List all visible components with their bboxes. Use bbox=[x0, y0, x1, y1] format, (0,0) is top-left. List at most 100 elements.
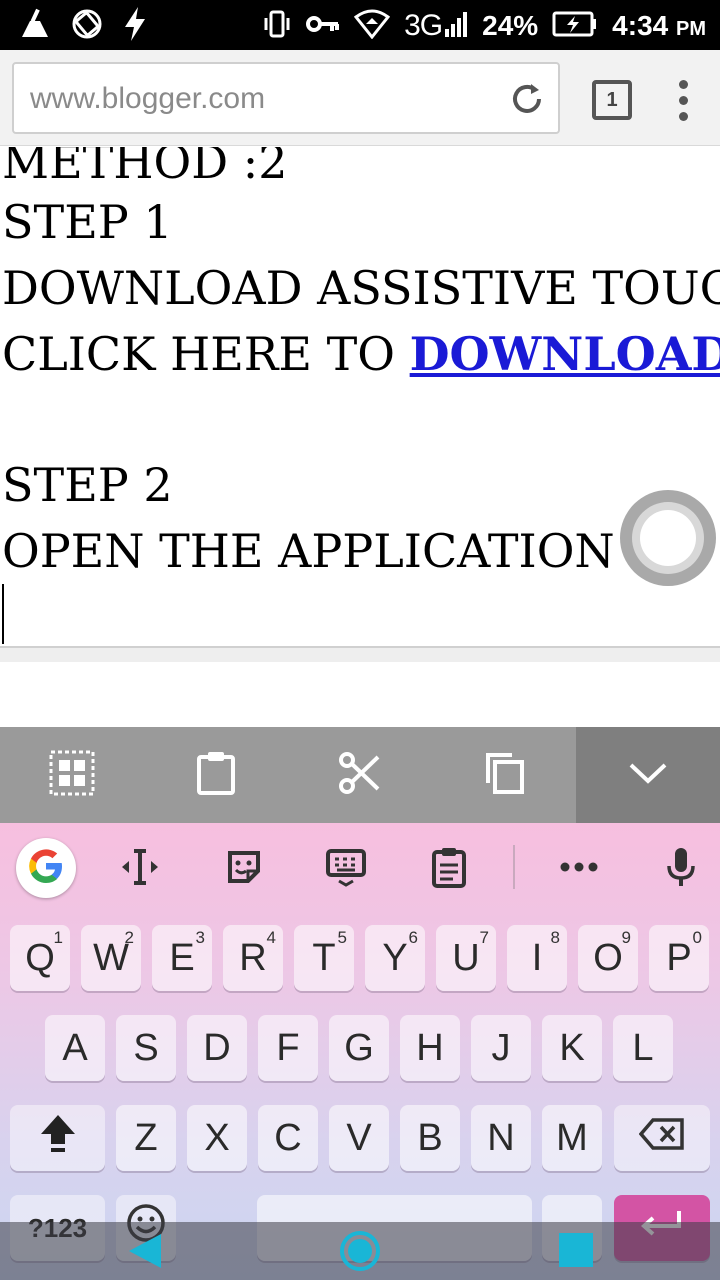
step1-heading: STEP 1 bbox=[2, 195, 173, 249]
key-y[interactable]: Y6 bbox=[365, 925, 425, 991]
backspace-key[interactable] bbox=[614, 1105, 710, 1171]
key-x[interactable]: X bbox=[187, 1105, 247, 1171]
url-bar[interactable]: www.blogger.com bbox=[12, 62, 560, 134]
key-l[interactable]: L bbox=[613, 1015, 673, 1081]
key-hint-label: 0 bbox=[692, 928, 702, 947]
clipboard-toolbar bbox=[0, 727, 720, 823]
battery-percent: 24% bbox=[482, 10, 539, 41]
key-label: U bbox=[452, 936, 480, 979]
chevron-down-icon bbox=[628, 761, 668, 789]
scissors-icon bbox=[338, 751, 382, 799]
google-search-button[interactable] bbox=[16, 838, 76, 898]
clock-ampm: PM bbox=[676, 18, 706, 40]
key-hint-label: 1 bbox=[53, 928, 63, 947]
step2-text: OPEN THE APPLICATION bbox=[2, 524, 615, 578]
key-j[interactable]: J bbox=[471, 1015, 531, 1081]
key-k[interactable]: K bbox=[542, 1015, 602, 1081]
step2-heading: STEP 2 bbox=[2, 458, 173, 512]
clock-time: 4:34 bbox=[612, 10, 669, 41]
key-label: T bbox=[312, 936, 336, 979]
select-all-button[interactable] bbox=[0, 727, 144, 823]
key-hint-label: 8 bbox=[550, 928, 560, 947]
google-g-icon bbox=[26, 846, 66, 890]
url-text[interactable]: www.blogger.com bbox=[30, 82, 265, 116]
vpn-key-icon bbox=[306, 12, 340, 40]
key-e[interactable]: E3 bbox=[152, 925, 212, 991]
key-label: I bbox=[531, 936, 543, 979]
key-hint-label: 3 bbox=[195, 928, 205, 947]
key-s[interactable]: S bbox=[116, 1015, 176, 1081]
recents-nav-icon[interactable] bbox=[558, 1232, 594, 1272]
network-type: 3G bbox=[404, 9, 443, 42]
key-z[interactable]: Z bbox=[116, 1105, 176, 1171]
text-cursor bbox=[2, 584, 4, 644]
click-here-text: CLICK HERE TO bbox=[2, 327, 410, 381]
overflow-menu-icon[interactable] bbox=[668, 76, 700, 126]
home-nav-icon[interactable] bbox=[339, 1230, 381, 1276]
assistive-touch-button[interactable] bbox=[620, 490, 716, 586]
cursor-control-icon[interactable] bbox=[116, 843, 164, 891]
key-q[interactable]: Q1 bbox=[10, 925, 70, 991]
keyboard: Q1W2E3R4T5Y6U7I8O9P0 ASDFGHJKL ZXCVBNM ?… bbox=[0, 823, 720, 1280]
reload-icon[interactable] bbox=[506, 78, 548, 120]
key-n[interactable]: N bbox=[471, 1105, 531, 1171]
key-g[interactable]: G bbox=[329, 1015, 389, 1081]
cleaner-icon bbox=[18, 7, 52, 45]
key-label: Q bbox=[25, 936, 55, 979]
key-hint-label: 4 bbox=[266, 928, 276, 947]
hide-clipboard-button[interactable] bbox=[576, 727, 720, 823]
key-hint-label: 5 bbox=[337, 928, 347, 947]
copy-icon bbox=[482, 751, 526, 799]
key-i[interactable]: I8 bbox=[507, 925, 567, 991]
key-b[interactable]: B bbox=[400, 1105, 460, 1171]
paste-icon bbox=[196, 751, 236, 799]
toolbar-separator bbox=[513, 845, 515, 889]
navigation-bar bbox=[0, 1222, 720, 1280]
key-u[interactable]: U7 bbox=[436, 925, 496, 991]
assistive-touch-core bbox=[640, 510, 696, 566]
content-divider bbox=[0, 646, 720, 662]
key-r[interactable]: R4 bbox=[223, 925, 283, 991]
key-o[interactable]: O9 bbox=[578, 925, 638, 991]
key-p[interactable]: P0 bbox=[649, 925, 709, 991]
copy-button[interactable] bbox=[432, 727, 576, 823]
keyboard-settings-icon[interactable] bbox=[322, 843, 370, 891]
key-label: P bbox=[666, 936, 692, 979]
blog-editor[interactable]: METHOD :2 STEP 1 DOWNLOAD ASSISTIVE TOUC… bbox=[0, 147, 720, 647]
key-t[interactable]: T5 bbox=[294, 925, 354, 991]
keyboard-suggestion-strip bbox=[0, 823, 720, 911]
select-all-icon bbox=[49, 750, 95, 800]
key-h[interactable]: H bbox=[400, 1015, 460, 1081]
paste-button[interactable] bbox=[144, 727, 288, 823]
key-a[interactable]: A bbox=[45, 1015, 105, 1081]
download-link[interactable]: DOWNLOAD bbox=[410, 327, 720, 381]
microphone-icon[interactable] bbox=[657, 843, 705, 891]
key-d[interactable]: D bbox=[187, 1015, 247, 1081]
key-w[interactable]: W2 bbox=[81, 925, 141, 991]
cut-button[interactable] bbox=[288, 727, 432, 823]
more-options-icon[interactable] bbox=[555, 843, 603, 891]
back-nav-icon[interactable] bbox=[127, 1232, 163, 1274]
method-heading: METHOD :2 bbox=[2, 147, 288, 189]
signal-icon bbox=[444, 11, 468, 41]
sticker-icon[interactable] bbox=[220, 843, 268, 891]
key-c[interactable]: C bbox=[258, 1105, 318, 1171]
key-v[interactable]: V bbox=[329, 1105, 389, 1171]
vibrate-icon bbox=[262, 9, 292, 43]
clipboard-icon[interactable] bbox=[425, 843, 473, 891]
key-hint-label: 7 bbox=[479, 928, 489, 947]
key-label: E bbox=[169, 936, 195, 979]
key-m[interactable]: M bbox=[542, 1105, 602, 1171]
tab-switcher-button[interactable]: 1 bbox=[592, 80, 632, 120]
key-hint-label: 2 bbox=[124, 928, 134, 947]
key-hint-label: 6 bbox=[408, 928, 418, 947]
shift-key[interactable] bbox=[10, 1105, 105, 1171]
sync-icon bbox=[70, 7, 104, 45]
key-label: O bbox=[593, 936, 623, 979]
battery-charging-icon bbox=[552, 11, 598, 41]
key-f[interactable]: F bbox=[258, 1015, 318, 1081]
flash-icon bbox=[122, 6, 148, 46]
step1-text: DOWNLOAD ASSISTIVE TOUCH bbox=[2, 261, 720, 315]
key-hint-label: 9 bbox=[621, 928, 631, 947]
clock: 4:34 PM bbox=[612, 10, 706, 42]
